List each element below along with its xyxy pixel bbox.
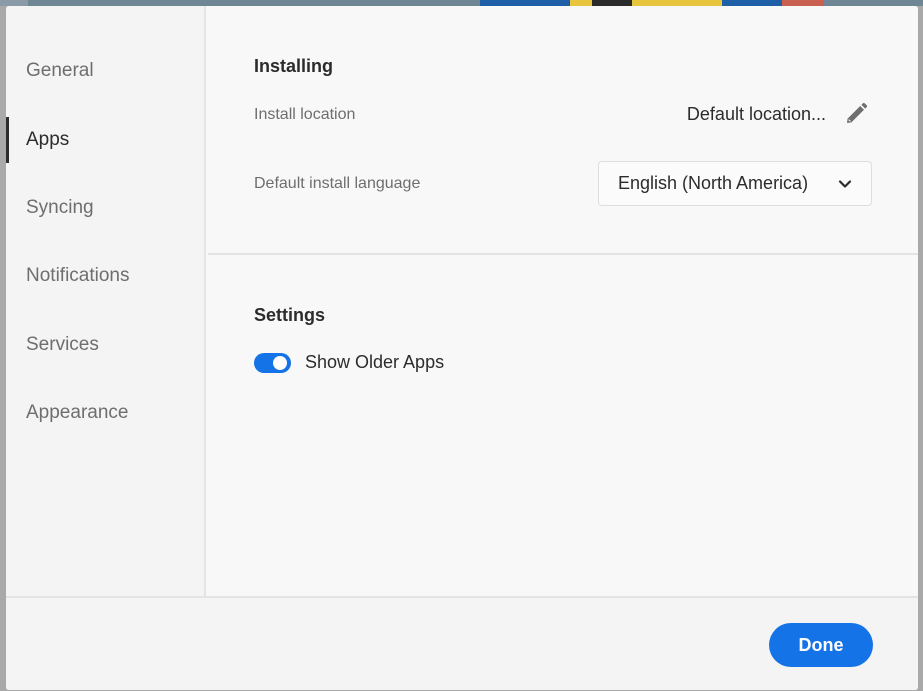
sidebar-item-label: Appearance [26, 402, 129, 423]
sidebar-item-appearance[interactable]: Appearance [6, 390, 204, 436]
sidebar-item-label: Syncing [26, 197, 94, 218]
sidebar-item-general[interactable]: General [6, 48, 204, 94]
default-install-language-label: Default install language [254, 175, 421, 192]
sidebar-item-services[interactable]: Services [6, 322, 204, 368]
section-divider [208, 253, 918, 255]
install-location-label: Install location [254, 106, 356, 123]
settings-section-title: Settings [254, 305, 326, 325]
install-language-value: English (North America) [618, 173, 809, 193]
show-older-apps-row: Show Older Apps [254, 352, 444, 373]
sidebar-item-syncing[interactable]: Syncing [6, 185, 204, 231]
apps-settings-panel: Installing Install location Default loca… [208, 6, 918, 596]
sidebar-item-label: Notifications [26, 265, 130, 286]
sidebar-item-apps[interactable]: Apps [6, 117, 204, 163]
show-older-apps-toggle[interactable] [254, 352, 291, 373]
dialog-footer: Done [6, 596, 918, 690]
sidebar-item-label: Services [26, 334, 99, 355]
toggle-knob [273, 355, 287, 370]
show-older-apps-label: Show Older Apps [305, 352, 445, 372]
install-language-dropdown[interactable]: English (North America) [598, 161, 872, 206]
preferences-sidebar: General Apps Syncing Notifications Servi… [6, 6, 206, 596]
install-location-control: Default location... [687, 102, 868, 126]
installing-section-title: Installing [254, 56, 334, 76]
sidebar-item-label: Apps [26, 129, 70, 150]
done-button[interactable]: Done [769, 623, 873, 667]
install-location-value: Default location... [686, 103, 826, 124]
chevron-down-icon [838, 179, 852, 188]
preferences-dialog: General Apps Syncing Notifications Servi… [6, 6, 918, 690]
sidebar-item-label: General [26, 60, 94, 81]
pencil-icon[interactable] [844, 102, 868, 126]
sidebar-item-notifications[interactable]: Notifications [6, 253, 204, 299]
